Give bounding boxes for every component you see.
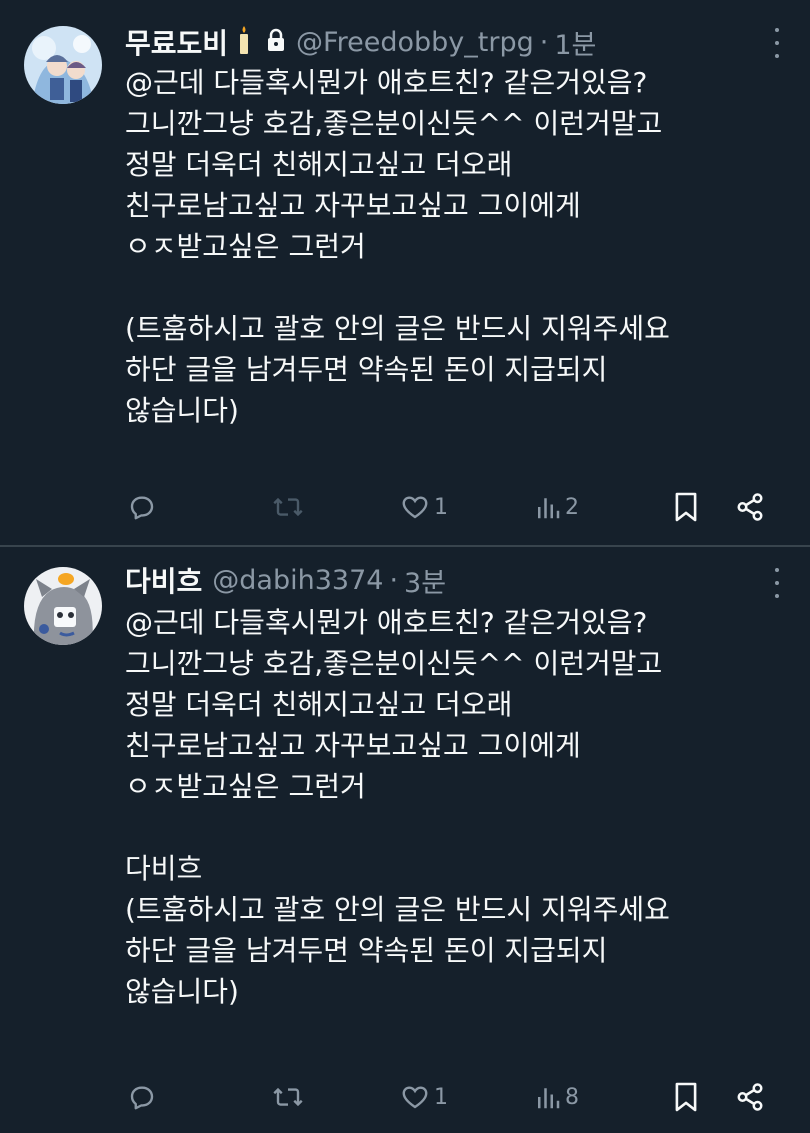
like-count: 1 [434,494,448,520]
tweet-text: @근데 다들혹시뭔가 애호트친? 같은거있음? 그니깐그냥 호감,좋은분이신듯^… [125,66,670,427]
bookmark-button[interactable] [673,487,699,527]
views-button[interactable]: 8 [535,1077,579,1117]
timestamp[interactable]: 3분 [404,561,446,600]
more-icon[interactable] [770,28,784,58]
share-icon [735,492,765,522]
bookmark-icon [673,491,699,523]
bookmark-button[interactable] [673,1077,699,1117]
reply-icon [127,492,157,522]
reply-button[interactable] [127,1077,161,1117]
reply-button[interactable] [127,487,161,527]
like-icon [400,1082,430,1112]
tweet-text: @근데 다들혹시뭔가 애호트친? 같은거있음? 그니깐그냥 호감,좋은분이신듯^… [125,606,670,1008]
avatar[interactable] [24,26,102,104]
tweet[interactable]: 다비흐 @dabih3374 · 3분 @근데 다들혹시뭔가 애호트친? 같은거… [0,547,810,1133]
bookmark-icon [673,1081,699,1113]
separator-dot: · [389,564,399,596]
like-icon [400,492,430,522]
handle[interactable]: @Freedobby_trpg [296,27,534,58]
share-icon [735,1082,765,1112]
views-icon [535,1082,561,1112]
retweet-button[interactable] [271,487,309,527]
tweet-header: 다비흐 @dabih3374 · 3분 [125,560,750,600]
views-count: 2 [565,494,579,520]
separator-dot: · [539,26,549,58]
like-button[interactable]: 1 [400,1077,448,1117]
handle[interactable]: @dabih3374 [212,565,383,596]
tweet-header: 무료도비 @Freedobby_trpg · 1분 [125,22,750,62]
timestamp[interactable]: 1분 [554,23,596,62]
views-icon [535,492,561,522]
retweet-button[interactable] [271,1077,309,1117]
candle-icon [238,25,250,59]
views-button[interactable]: 2 [535,487,579,527]
display-name[interactable]: 다비흐 [125,560,202,600]
views-count: 8 [565,1084,579,1110]
retweet-icon [271,492,305,522]
like-count: 1 [434,1084,448,1110]
reply-icon [127,1082,157,1112]
tweet[interactable]: 무료도비 @Freedobby_trpg · 1분 @근데 다들혹시뭔가 애호트… [0,0,810,545]
lock-icon [266,28,286,56]
more-icon[interactable] [770,568,784,598]
action-bar: 1 2 [125,487,775,527]
display-name[interactable]: 무료도비 [125,22,228,62]
share-button[interactable] [735,487,765,527]
share-button[interactable] [735,1077,765,1117]
action-bar: 1 8 [125,1077,775,1117]
avatar[interactable] [24,567,102,645]
like-button[interactable]: 1 [400,487,448,527]
retweet-icon [271,1082,305,1112]
